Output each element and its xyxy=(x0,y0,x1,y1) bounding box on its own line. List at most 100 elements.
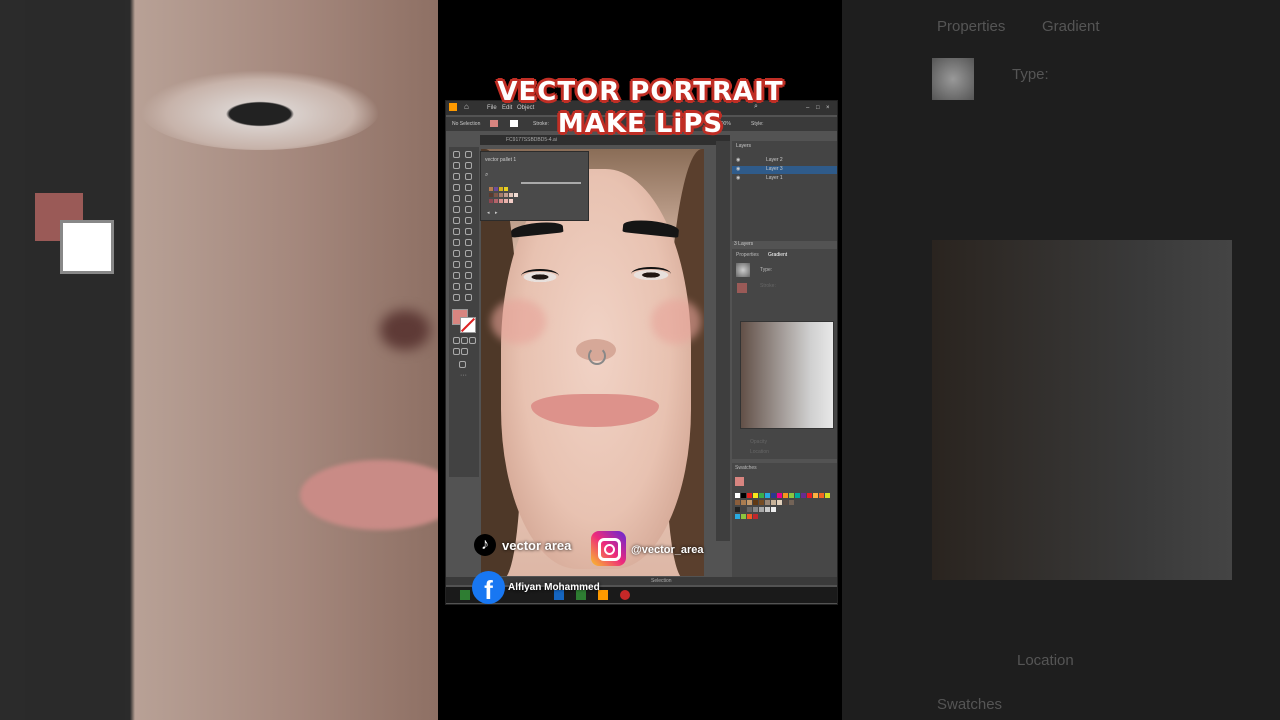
swatch[interactable] xyxy=(509,193,513,197)
more-tools-icon[interactable]: ··· xyxy=(460,372,467,379)
swatch[interactable] xyxy=(747,514,752,519)
swatch[interactable] xyxy=(765,507,770,512)
swatch[interactable] xyxy=(735,514,740,519)
color-mode-icon[interactable] xyxy=(453,337,460,344)
selection-tool-icon[interactable] xyxy=(453,151,460,158)
swatch[interactable] xyxy=(783,500,788,505)
swatch[interactable] xyxy=(753,514,758,519)
gradient-thumbnail[interactable] xyxy=(736,263,750,277)
slice-tool-icon[interactable] xyxy=(465,283,472,290)
stroke-color-swatch[interactable] xyxy=(460,317,476,333)
curvature-tool-icon[interactable] xyxy=(465,173,472,180)
swatch[interactable] xyxy=(499,193,503,197)
zoom-tool-icon[interactable] xyxy=(465,294,472,301)
change-screen-mode-icon[interactable] xyxy=(459,361,466,368)
swatch[interactable] xyxy=(753,500,758,505)
swatch[interactable] xyxy=(747,493,752,498)
layer-row-selected[interactable]: ◉ Layer 3 xyxy=(732,166,837,174)
swatch[interactable] xyxy=(741,514,746,519)
none-mode-icon[interactable] xyxy=(469,337,476,344)
swatch[interactable] xyxy=(795,493,800,498)
symbol-sprayer-tool-icon[interactable] xyxy=(453,272,460,279)
hand-tool-icon[interactable] xyxy=(453,294,460,301)
free-transform-tool-icon[interactable] xyxy=(465,228,472,235)
swatch[interactable] xyxy=(747,507,752,512)
ellipse-tool-icon[interactable] xyxy=(453,195,460,202)
swatch[interactable] xyxy=(759,500,764,505)
paintbrush-tool-icon[interactable] xyxy=(465,195,472,202)
line-tool-icon[interactable] xyxy=(465,184,472,191)
swatch[interactable] xyxy=(771,507,776,512)
eraser-tool-icon[interactable] xyxy=(465,206,472,213)
direct-selection-tool-icon[interactable] xyxy=(465,151,472,158)
graph-tool-icon[interactable] xyxy=(465,272,472,279)
swatch[interactable] xyxy=(489,193,493,197)
screen-mode-icon[interactable] xyxy=(461,348,468,355)
visibility-eye-icon[interactable]: ◉ xyxy=(736,166,740,172)
draw-mode-icon[interactable] xyxy=(453,348,460,355)
swatch[interactable] xyxy=(765,493,770,498)
gradient-mode-icon[interactable] xyxy=(461,337,468,344)
swatch[interactable] xyxy=(783,493,788,498)
swatch[interactable] xyxy=(741,493,746,498)
swatch[interactable] xyxy=(741,507,746,512)
blend-tool-icon[interactable] xyxy=(465,261,472,268)
swatch[interactable] xyxy=(494,199,498,203)
swatch[interactable] xyxy=(494,193,498,197)
visibility-eye-icon[interactable]: ◉ xyxy=(736,175,740,181)
swatch[interactable] xyxy=(771,493,776,498)
swatch[interactable] xyxy=(747,500,752,505)
taskbar-app-icon[interactable] xyxy=(620,590,630,600)
width-tool-icon[interactable] xyxy=(453,228,460,235)
swatch[interactable] xyxy=(759,493,764,498)
swatch[interactable] xyxy=(825,493,830,498)
swatch[interactable] xyxy=(504,199,508,203)
swatch[interactable] xyxy=(789,500,794,505)
properties-tab[interactable]: Properties xyxy=(736,252,759,258)
lasso-tool-icon[interactable] xyxy=(465,162,472,169)
swatch[interactable] xyxy=(489,187,493,191)
swatch[interactable] xyxy=(777,500,782,505)
swatch[interactable] xyxy=(819,493,824,498)
swatch[interactable] xyxy=(807,493,812,498)
perspective-tool-icon[interactable] xyxy=(465,239,472,246)
swatch-search-icon[interactable]: ⌕ xyxy=(485,172,488,179)
gradient-tool-icon[interactable] xyxy=(465,250,472,257)
taskbar-app-icon[interactable] xyxy=(460,590,470,600)
rotate-tool-icon[interactable] xyxy=(453,217,460,224)
swatch[interactable] xyxy=(789,493,794,498)
swatch[interactable] xyxy=(801,493,806,498)
swatch-prev-icon[interactable]: ◂ xyxy=(487,210,490,216)
gradient-tab[interactable]: Gradient xyxy=(768,252,787,258)
shaper-tool-icon[interactable] xyxy=(453,206,460,213)
swatch[interactable] xyxy=(494,187,498,191)
swatch-next-icon[interactable]: ▸ xyxy=(495,210,498,216)
artboard-tool-icon[interactable] xyxy=(453,283,460,290)
swatch[interactable] xyxy=(735,500,740,505)
swatch[interactable] xyxy=(777,493,782,498)
swatch[interactable] xyxy=(771,500,776,505)
swatch[interactable] xyxy=(753,493,758,498)
swatch[interactable] xyxy=(499,187,503,191)
swatch[interactable] xyxy=(735,493,740,498)
type-tool-icon[interactable] xyxy=(453,184,460,191)
pen-tool-icon[interactable] xyxy=(453,173,460,180)
swatch[interactable] xyxy=(759,507,764,512)
gradient-fill-swatch[interactable] xyxy=(737,283,747,293)
swatch[interactable] xyxy=(504,193,508,197)
layers-tab[interactable]: Layers xyxy=(736,143,751,149)
layer-row[interactable]: ◉ Layer 1 xyxy=(732,175,837,183)
visibility-eye-icon[interactable]: ◉ xyxy=(736,157,740,163)
eyedropper-tool-icon[interactable] xyxy=(453,261,460,268)
active-fill-swatch[interactable] xyxy=(735,477,744,486)
magic-wand-tool-icon[interactable] xyxy=(453,162,460,169)
swatches-tab[interactable]: Swatches xyxy=(735,465,757,471)
swatch[interactable] xyxy=(753,507,758,512)
scale-tool-icon[interactable] xyxy=(465,217,472,224)
layer-row[interactable]: ◉ Layer 2 xyxy=(732,157,837,165)
swatch[interactable] xyxy=(514,193,518,197)
swatch[interactable] xyxy=(509,199,513,203)
swatch[interactable] xyxy=(813,493,818,498)
swatch[interactable] xyxy=(735,507,740,512)
swatch[interactable] xyxy=(765,500,770,505)
